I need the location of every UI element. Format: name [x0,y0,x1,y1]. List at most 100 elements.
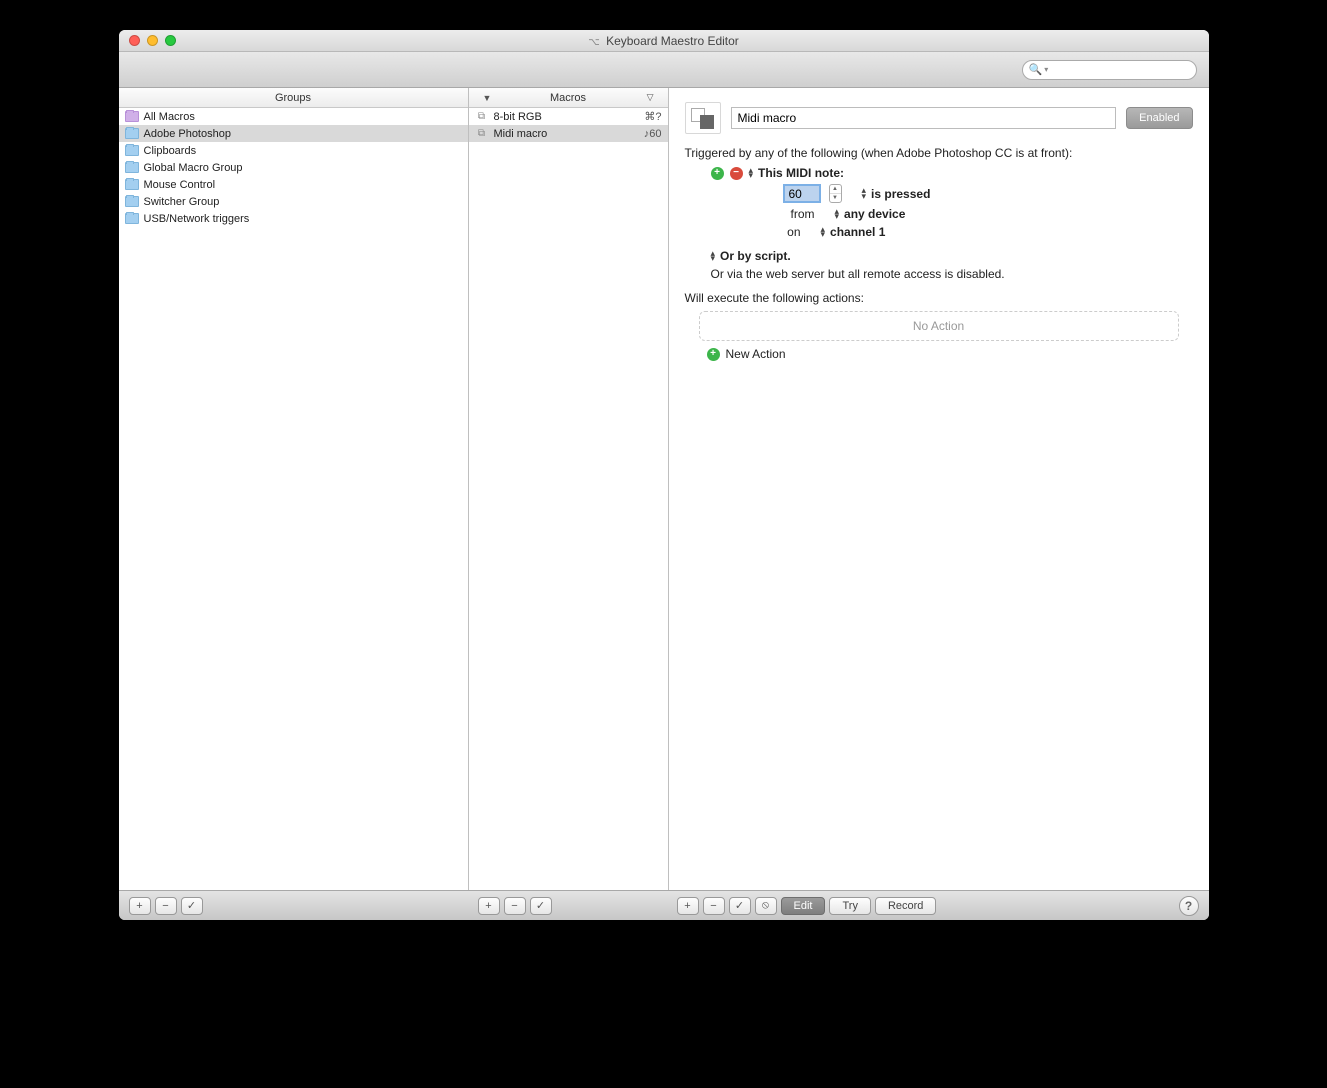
no-action-label: No Action [913,319,964,333]
group-item-clipboards[interactable]: Clipboards [119,142,468,159]
enable-macro-button[interactable]: ✓ [530,897,552,915]
group-label: USB/Network triggers [144,213,250,225]
detail-body: Enabled Triggered by any of the followin… [669,88,1209,375]
groups-header-label: Groups [275,92,311,104]
macros-column: ▼ Macros ▽ ⧉ 8-bit RGB ⌘? ⧉ Midi macro ♪… [469,88,669,890]
macros-list: ⧉ 8-bit RGB ⌘? ⧉ Midi macro ♪60 [469,108,668,890]
macro-item-8bit-rgb[interactable]: ⧉ 8-bit RGB ⌘? [469,108,668,125]
chevron-down-icon: ▾ [1044,65,1048,74]
toolbar: 🔍 ▾ [119,52,1209,88]
stop-button[interactable]: ⦸ [755,897,777,915]
app-window: ⌥ Keyboard Maestro Editor 🔍 ▾ Groups All… [119,30,1209,920]
on-row: on ▴▾ channel 1 [685,225,1193,239]
search-input[interactable]: 🔍 ▾ [1022,60,1197,80]
footer-groups-section: + − ✓ [129,897,478,915]
group-item-mouse-control[interactable]: Mouse Control [119,176,468,193]
remove-trigger-button[interactable]: − [730,167,743,180]
app-icon: ⌥ [588,37,600,48]
group-item-switcher-group[interactable]: Switcher Group [119,193,468,210]
folder-icon [125,111,139,122]
footer: + − ✓ + − ✓ + − ✓ ⦸ Edit Try Record ? [119,890,1209,920]
macro-shortcut: ⌘? [644,110,661,123]
new-action-label[interactable]: New Action [726,347,786,361]
folder-icon [125,179,139,190]
edit-button[interactable]: Edit [781,897,826,915]
footer-macros-section: + − ✓ [478,897,677,915]
enable-action-footer-button[interactable]: ✓ [729,897,751,915]
help-button[interactable]: ? [1179,896,1199,916]
midi-note-input[interactable] [783,184,821,203]
group-label: Switcher Group [144,196,220,208]
new-action-row: + New Action [685,347,1193,361]
folder-icon [125,196,139,207]
group-label: Global Macro Group [144,162,243,174]
groups-column: Groups All Macros Adobe Photoshop Clipbo… [119,88,469,890]
press-mode-dropdown[interactable]: is pressed [871,187,930,201]
enabled-toggle-button[interactable]: Enabled [1126,107,1192,129]
updown-icon[interactable]: ▴▾ [835,209,839,220]
group-item-adobe-photoshop[interactable]: Adobe Photoshop [119,125,468,142]
try-button[interactable]: Try [829,897,870,915]
footer-detail-section: + − ✓ ⦸ Edit Try Record ? [677,896,1199,916]
add-action-button[interactable]: + [707,348,720,361]
macro-label: 8-bit RGB [494,111,542,123]
sort-triangle-down-icon[interactable]: ▼ [483,93,492,103]
no-action-placeholder[interactable]: No Action [699,311,1179,341]
group-item-all-macros[interactable]: All Macros [119,108,468,125]
updown-icon[interactable]: ▴▾ [862,188,866,199]
stepper-down-icon[interactable]: ▼ [830,194,841,202]
updown-icon[interactable]: ▴▾ [821,227,825,238]
folder-icon [125,162,139,173]
on-label: on [783,225,815,239]
or-script-row: ▴▾ Or by script. [685,249,1193,263]
add-macro-button[interactable]: + [478,897,500,915]
remove-action-footer-button[interactable]: − [703,897,725,915]
macro-shortcut: ♪60 [644,128,662,140]
updown-icon[interactable]: ▴▾ [711,251,715,262]
titlebar[interactable]: ⌥ Keyboard Maestro Editor [119,30,1209,52]
folder-icon [125,128,139,139]
record-button[interactable]: Record [875,897,936,915]
remove-macro-button[interactable]: − [504,897,526,915]
trigger-row: + − ▴▾ This MIDI note: [685,166,1193,180]
group-label: Clipboards [144,145,197,157]
remote-access-text: Or via the web server but all remote acc… [685,267,1193,281]
device-dropdown[interactable]: any device [844,207,905,221]
window-title: ⌥ Keyboard Maestro Editor [119,34,1209,48]
updown-icon[interactable]: ▴▾ [749,168,753,179]
macros-header[interactable]: ▼ Macros ▽ [469,88,668,108]
detail-column: Enabled Triggered by any of the followin… [669,88,1209,890]
add-trigger-button[interactable]: + [711,167,724,180]
macro-icon: ⧉ [475,128,489,139]
add-action-footer-button[interactable]: + [677,897,699,915]
groups-header[interactable]: Groups [119,88,468,108]
sort-triangle-outline-icon[interactable]: ▽ [647,92,654,103]
search-icon: 🔍 [1029,63,1043,76]
enable-group-button[interactable]: ✓ [181,897,203,915]
macro-name-input[interactable] [731,107,1117,129]
macros-header-label: Macros [550,92,586,104]
macro-label: Midi macro [494,128,548,140]
from-row: from ▴▾ any device [685,207,1193,221]
triggered-by-text: Triggered by any of the following (when … [685,146,1193,160]
from-label: from [783,207,815,221]
channel-dropdown[interactable]: channel 1 [830,225,885,239]
window-title-text: Keyboard Maestro Editor [606,34,739,48]
group-item-global-macro-group[interactable]: Global Macro Group [119,159,468,176]
trigger-type-dropdown[interactable]: This MIDI note: [758,166,844,180]
note-value-row: ▲ ▼ ▴▾ is pressed [685,184,1193,203]
macro-icon: ⧉ [475,111,489,122]
folder-icon [125,145,139,156]
macro-item-midi-macro[interactable]: ⧉ Midi macro ♪60 [469,125,668,142]
midi-note-stepper[interactable]: ▲ ▼ [829,184,842,203]
stepper-up-icon[interactable]: ▲ [830,185,841,194]
main-content: Groups All Macros Adobe Photoshop Clipbo… [119,88,1209,890]
macro-large-icon[interactable] [685,102,721,134]
group-label: All Macros [144,111,195,123]
detail-head: Enabled [685,102,1193,134]
add-group-button[interactable]: + [129,897,151,915]
group-item-usb-network-triggers[interactable]: USB/Network triggers [119,210,468,227]
or-script-dropdown[interactable]: Or by script. [720,249,791,263]
remove-group-button[interactable]: − [155,897,177,915]
folder-icon [125,213,139,224]
